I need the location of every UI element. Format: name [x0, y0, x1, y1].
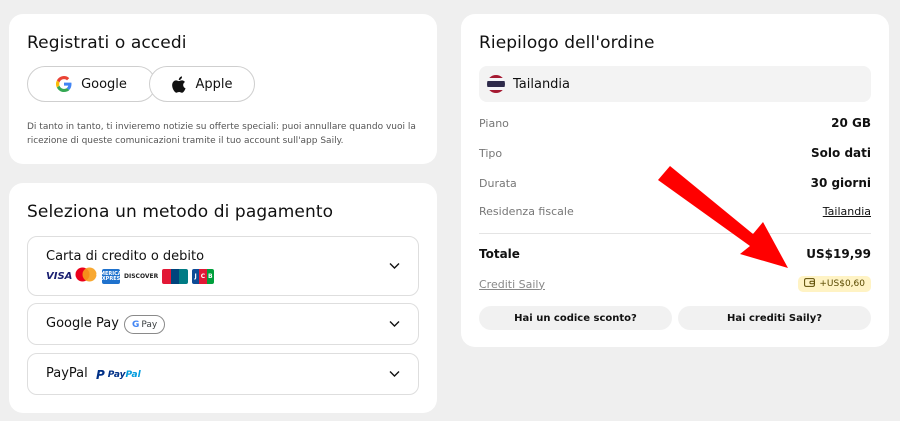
summary-key: Durata [479, 176, 517, 190]
apple-icon [171, 75, 187, 93]
google-icon [56, 76, 72, 92]
login-card: Registrati o accedi Google Apple Di tant… [9, 14, 437, 164]
summary-value: Solo dati [811, 146, 871, 160]
apple-login-button[interactable]: Apple [149, 66, 255, 102]
payment-option-card-label: Carta di credito o debito [46, 249, 205, 264]
discover-logo: DISCOVER [124, 273, 159, 280]
paypal-p-icon: P [96, 368, 105, 382]
summary-value: 30 giorni [810, 176, 871, 190]
red-arrow-annotation [658, 166, 788, 268]
chevron-down-icon [389, 371, 400, 378]
saily-credits-link[interactable]: Crediti Saily [479, 278, 545, 291]
paypal-logo-pal: Pal [125, 370, 141, 380]
payment-title: Seleziona un metodo di pagamento [27, 202, 334, 222]
google-login-label: Google [81, 76, 127, 92]
summary-key: Tipo [479, 146, 503, 160]
jcb-logo: J C B [192, 269, 214, 284]
payment-option-paypal-label: PayPal [46, 366, 88, 381]
visa-logo: VISA [46, 271, 73, 282]
google-g-icon: G [132, 319, 140, 330]
payment-option-card[interactable]: Carta di credito o debito VISA AMERICAN … [27, 236, 419, 296]
paypal-logo: P PayPal [96, 368, 141, 382]
credits-value: +US$0,60 [819, 279, 865, 289]
order-summary-title: Riepilogo dell'ordine [479, 33, 655, 53]
card-brand-logos: VISA AMERICAN EXPRESS DISCOVER J C B [46, 267, 214, 286]
summary-key: Residenza fiscale [479, 205, 574, 218]
summary-row-credits: Crediti Saily +US$0,60 [479, 276, 871, 292]
country-name: Tailandia [513, 76, 571, 92]
chevron-down-icon [389, 263, 400, 270]
total-label: Totale [479, 247, 520, 261]
unionpay-logo [162, 269, 188, 284]
jcb-letter-j: J [192, 269, 200, 284]
google-pay-badge-text: Pay [141, 319, 158, 330]
google-pay-badge: G Pay [124, 315, 166, 334]
newsletter-disclaimer: Di tanto in tanto, ti invieremo notizie … [27, 122, 416, 146]
chevron-down-icon [389, 321, 400, 328]
payment-option-google-pay-label: Google Pay [46, 316, 119, 331]
login-title: Registrati o accedi [27, 33, 187, 53]
mastercard-logo [74, 267, 98, 286]
tax-residence-link[interactable]: Tailandia [823, 205, 871, 218]
jcb-letter-c: C [199, 269, 207, 284]
google-login-button[interactable]: Google [27, 66, 156, 102]
credits-badge: +US$0,60 [798, 276, 871, 292]
saily-credits-button[interactable]: Hai crediti Saily? [678, 306, 871, 330]
summary-row-type: Tipo Solo dati [479, 146, 871, 160]
promo-code-button[interactable]: Hai un codice sconto? [479, 306, 672, 330]
destination-country: Tailandia [479, 66, 871, 102]
summary-value: 20 GB [831, 116, 871, 130]
payment-card: Seleziona un metodo di pagamento Carta d… [9, 183, 437, 413]
jcb-letter-b: B [206, 269, 214, 284]
paypal-logo-pay: Pay [107, 370, 126, 380]
payment-option-paypal[interactable]: PayPal P PayPal [27, 353, 419, 395]
wallet-icon [804, 278, 816, 290]
thailand-flag-icon [487, 75, 505, 93]
payment-option-google-pay[interactable]: Google Pay G Pay [27, 303, 419, 345]
total-value: US$19,99 [806, 247, 871, 261]
summary-row-plan: Piano 20 GB [479, 116, 871, 130]
summary-key: Piano [479, 116, 509, 130]
amex-logo: AMERICAN EXPRESS [96, 269, 126, 284]
apple-login-label: Apple [195, 76, 233, 92]
